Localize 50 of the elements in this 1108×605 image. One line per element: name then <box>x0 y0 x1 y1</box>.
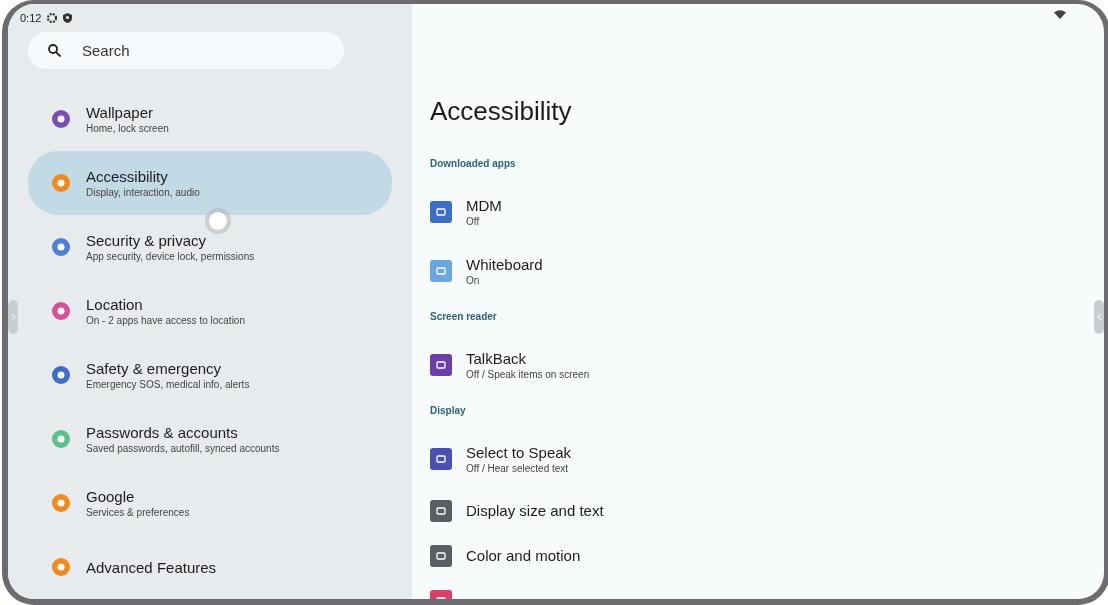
section-header: Screen reader <box>430 311 498 322</box>
option-title: MDM <box>466 196 502 214</box>
option-title: Select to Speak <box>466 443 572 461</box>
accessibility-option[interactable]: TalkBack Off / Speak items on screen <box>430 336 1104 393</box>
settings-category[interactable]: Location On - 2 apps have access to location <box>28 279 392 343</box>
category-subtitle: Home, lock screen <box>86 123 169 134</box>
settings-category[interactable]: Security & privacy App security, device lock, permissions <box>28 215 392 279</box>
category-subtitle: Emergency SOS, medical info, alerts <box>86 379 250 390</box>
settings-category[interactable]: Google Services & preferences <box>28 471 392 535</box>
section-header: Display <box>430 405 467 416</box>
settings-category[interactable]: Safety & emergency Emergency SOS, medical info, alerts <box>28 343 392 407</box>
shield-icon <box>63 13 73 23</box>
option-title: Display size and text <box>466 502 604 519</box>
section-header: Downloaded apps <box>430 158 517 169</box>
accessibility-option[interactable]: Display size and text <box>430 489 1104 532</box>
option-subtitle: Off / Speak items on screen <box>466 368 590 380</box>
category-title: Security & privacy <box>86 232 208 249</box>
settings-category[interactable]: Wallpaper Home, lock screen <box>28 87 392 151</box>
search-icon <box>48 44 61 57</box>
option-subtitle: Off <box>466 215 481 227</box>
edge-handle[interactable] <box>1094 300 1104 334</box>
page-title: Accessibility <box>430 96 573 127</box>
option-subtitle: On <box>466 274 481 286</box>
settings-category[interactable]: Passwords & accounts Saved passwords, autofill, synced accounts <box>28 407 392 471</box>
category-subtitle: On - 2 apps have access to location <box>86 315 245 326</box>
accessibility-option[interactable]: MDM Off <box>430 183 1104 240</box>
accessibility-option[interactable]: Color and motion <box>430 534 1104 577</box>
category-title: Safety & emergency <box>86 360 223 377</box>
category-title: Advanced Features <box>86 558 217 576</box>
category-subtitle: App security, device lock, permissions <box>86 251 255 262</box>
accessibility-option[interactable]: Select to Speak Off / Hear selected text <box>430 430 1104 487</box>
option-title: Color and motion <box>466 547 581 564</box>
settings-category[interactable]: Accessibility Display, interaction, audio <box>28 151 392 215</box>
option-title: TalkBack <box>466 349 528 367</box>
category-subtitle: Saved passwords, autofill, synced accounts <box>86 443 280 454</box>
category-subtitle: Display, interaction, audio <box>86 187 200 198</box>
status-time: 0:12 <box>20 12 42 24</box>
category-title: Accessibility <box>86 168 169 185</box>
category-title: Passwords & accounts <box>86 424 239 441</box>
option-title: Whiteboard <box>466 255 543 273</box>
category-subtitle: Services & preferences <box>86 507 190 518</box>
accessibility-option[interactable]: Whiteboard On <box>430 242 1104 299</box>
edge-handle[interactable] <box>8 300 18 334</box>
settings-category[interactable]: Advanced Features <box>28 535 392 599</box>
category-title: Google <box>86 488 136 505</box>
option-subtitle: Off / Hear selected text <box>466 462 570 474</box>
category-title: Location <box>86 296 144 313</box>
search-field[interactable]: Search <box>28 32 344 69</box>
category-title: Wallpaper <box>86 104 154 121</box>
wifi-icon <box>1054 10 1066 19</box>
